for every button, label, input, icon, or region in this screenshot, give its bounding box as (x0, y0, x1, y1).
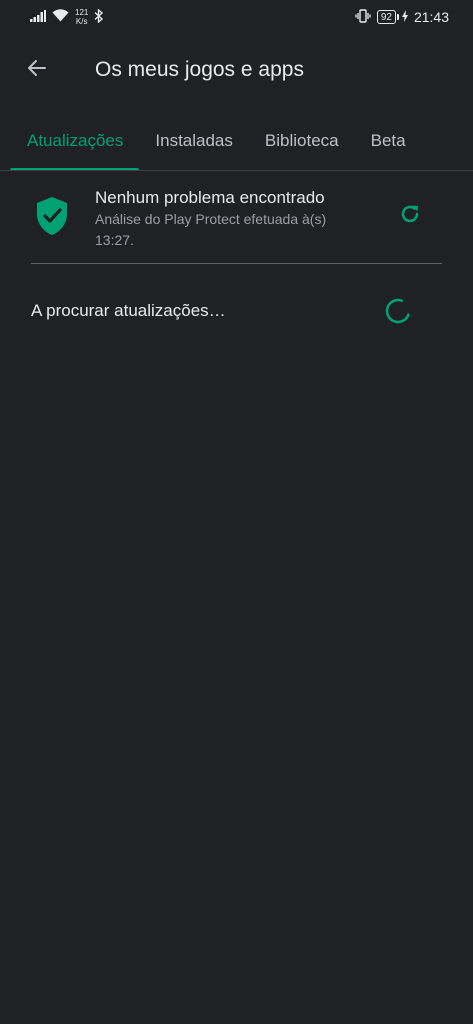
refresh-button[interactable] (396, 202, 424, 230)
checking-updates-row: A procurar atualizações… (0, 290, 473, 334)
refresh-icon (398, 202, 422, 231)
tab-instaladas[interactable]: Instaladas (139, 112, 249, 170)
signal-icon (30, 9, 46, 25)
tab-atualizacoes[interactable]: Atualizações (0, 112, 140, 170)
checking-updates-label: A procurar atualizações… (31, 301, 226, 320)
screen: 121 K/s 92 21:43 Os meus jogos e apps At… (0, 0, 473, 1024)
play-protect-subtitle-line2: 13:27. (95, 232, 134, 248)
status-time: 21:43 (413, 9, 449, 25)
app-bar: Os meus jogos e apps (0, 40, 473, 100)
tab-biblioteca[interactable]: Biblioteca (249, 112, 355, 170)
status-bar-left: 121 K/s (30, 7, 104, 26)
tab-label: Atualizações (27, 131, 124, 150)
tab-label: Beta (370, 131, 406, 150)
shield-check-icon (35, 196, 69, 241)
section-divider (31, 263, 442, 264)
wifi-icon (52, 9, 69, 25)
play-protect-text: Nenhum problema encontrado Análise do Pl… (95, 187, 395, 251)
battery-indicator: 92 (376, 10, 400, 24)
arrow-left-icon (25, 56, 49, 85)
play-protect-title: Nenhum problema encontrado (95, 188, 325, 207)
network-speed: 121 K/s (75, 8, 88, 26)
play-protect-row: Nenhum problema encontrado Análise do Pl… (0, 182, 473, 262)
network-speed-unit: K/s (75, 17, 88, 26)
page-title: Os meus jogos e apps (95, 58, 304, 81)
tab-label: Biblioteca (264, 131, 339, 150)
bluetooth-icon (94, 7, 104, 26)
back-button[interactable] (17, 50, 57, 90)
play-protect-subtitle-line1: Análise do Play Protect efetuada à(s) (95, 211, 327, 227)
tab-label: Instaladas (155, 131, 233, 150)
tab-bar: Atualizações Instaladas Biblioteca Beta (0, 112, 473, 171)
status-bar: 121 K/s 92 21:43 (0, 0, 473, 34)
loading-spinner-icon (385, 298, 411, 324)
network-speed-value: 121 (75, 8, 89, 17)
tab-beta[interactable]: Beta (355, 112, 422, 170)
vibrate-icon (355, 8, 371, 26)
charging-icon (401, 9, 408, 25)
status-bar-right: 92 21:43 (355, 8, 449, 26)
